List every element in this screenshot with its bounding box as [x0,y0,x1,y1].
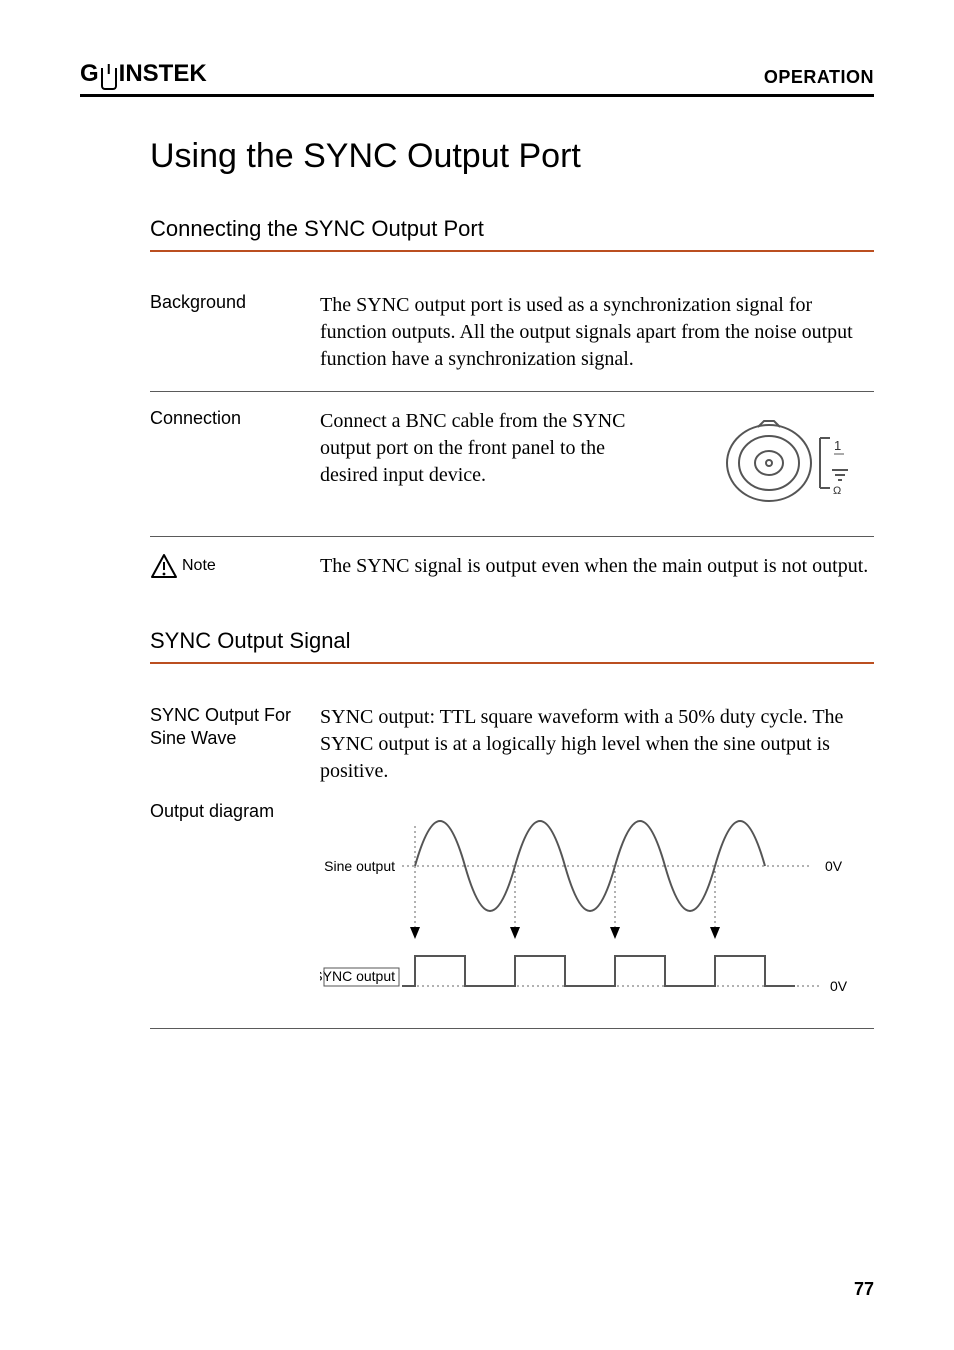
diagram-sync-label: SYNC output [320,968,395,984]
row-sync-sine: SYNC Output For Sine Wave SYNC output: T… [150,688,874,793]
label-connection: Connection [150,408,320,429]
diagram-sine-label: Sine output [324,858,395,874]
label-background: Background [150,292,320,313]
row-note: Note The SYNC signal is output even when… [150,537,874,598]
subsection-connecting: Connecting the SYNC Output Port [150,216,874,242]
svg-text:Ω: Ω [833,485,841,497]
warning-icon [150,553,178,579]
accent-underline [150,250,874,252]
brand-prefix: G [80,60,99,88]
label-sync-sine: SYNC Output For Sine Wave [150,704,320,751]
output-waveform-diagram: Sine output 0V SYNC output [320,801,874,1016]
section-title: Using the SYNC Output Port [150,137,874,176]
note-label-text: Note [182,557,216,575]
text-sync-sine: SYNC output: TTL square waveform with a … [320,704,874,785]
label-output-diagram: Output diagram [150,801,320,822]
brand-power-icon [101,68,117,90]
row-background: Background The SYNC output port is used … [150,276,874,392]
page-header: G INSTEK OPERATION [80,60,874,97]
bnc-connector-illustration: 1 Ω [630,408,874,518]
row-output-diagram: Output diagram Sine output 0V [150,793,874,1029]
diagram-zero-sync: 0V [830,978,848,994]
accent-underline-2 [150,662,874,664]
text-connection: Connect a BNC cable from the SYNC output… [320,408,630,489]
brand-logo: G INSTEK [80,60,207,88]
chapter-title: OPERATION [764,67,874,88]
diagram-zero-sine: 0V [825,858,843,874]
subsection-sync-signal: SYNC Output Signal [150,628,874,654]
label-note: Note [150,553,320,579]
page-number: 77 [854,1279,874,1300]
svg-text:1: 1 [834,438,841,453]
text-note: The SYNC signal is output even when the … [320,553,874,580]
brand-suffix: INSTEK [119,60,207,88]
text-background: The SYNC output port is used as a synchr… [320,292,874,373]
row-connection: Connection Connect a BNC cable from the … [150,392,874,537]
